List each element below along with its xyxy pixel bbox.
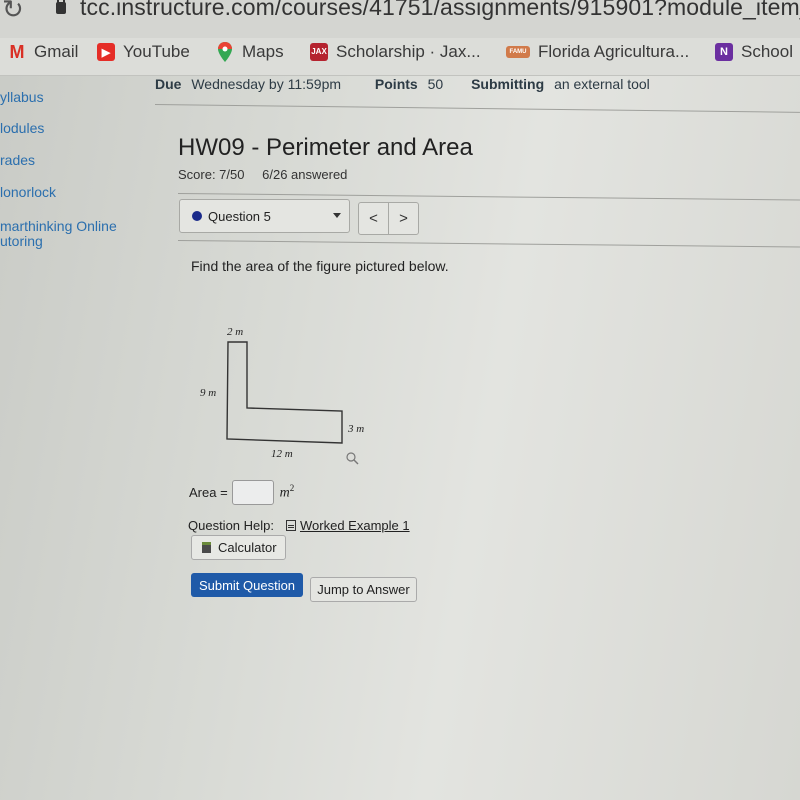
- nav-syllabus[interactable]: yllabus: [0, 89, 44, 105]
- bookmark-gmail[interactable]: M Gmail: [8, 41, 79, 62]
- jax-icon: JAX: [310, 43, 328, 61]
- label-right: 3 m: [347, 423, 364, 435]
- dropdown-caret-icon: [333, 213, 341, 218]
- score-line: Score: 7/50 6/26 answered: [178, 167, 347, 182]
- bookmark-youtube[interactable]: ▶ YouTube: [97, 42, 190, 62]
- reload-icon[interactable]: ↻: [2, 0, 24, 25]
- famu-icon: FAMU: [506, 46, 530, 58]
- assignment-details: Due Wednesday by 11:59pm Points 50 Submi…: [155, 76, 650, 92]
- unit-base: m: [279, 485, 290, 501]
- prev-question-button[interactable]: <: [359, 203, 388, 234]
- calculator-icon: [202, 542, 211, 553]
- onenote-icon: N: [715, 43, 733, 61]
- help-label: Question Help:: [188, 518, 274, 533]
- youtube-icon: ▶: [97, 43, 115, 61]
- area-answer-row: Area = m2: [189, 480, 294, 505]
- bookmark-label: Gmail: [34, 42, 79, 61]
- maps-icon: [216, 42, 234, 62]
- jump-to-answer-button[interactable]: Jump to Answer: [310, 577, 417, 602]
- bookmark-label: Maps: [242, 42, 284, 61]
- due-value: Wednesday by 11:59pm: [191, 76, 342, 92]
- zoom-image-icon[interactable]: [346, 452, 359, 465]
- unit-exponent: 2: [289, 483, 295, 494]
- submitting-value: an external tool: [554, 76, 650, 92]
- lock-icon: [56, 0, 66, 14]
- question-select-label: Question 5: [208, 208, 271, 224]
- bookmark-school[interactable]: N School: [715, 42, 793, 62]
- l-shape-outline: [226, 341, 343, 444]
- unit-label: m2: [280, 483, 295, 502]
- bookmark-label: Florida Agricultura...: [538, 42, 690, 61]
- bookmark-florida-agricultural[interactable]: FAMU Florida Agricultura...: [506, 42, 689, 62]
- divider: [177, 240, 800, 248]
- calculator-button[interactable]: Calculator: [191, 535, 286, 560]
- label-left: 9 m: [200, 387, 216, 399]
- submit-question-button[interactable]: Submit Question: [191, 573, 303, 597]
- bookmark-label: Scholarship · Jax...: [336, 42, 481, 61]
- question-select[interactable]: Question 5: [179, 199, 350, 233]
- label-bottom: 12 m: [271, 448, 293, 460]
- points-value: 50: [427, 76, 444, 92]
- submitting-label: Submitting: [471, 76, 545, 92]
- bookmarks-bar: M Gmail ▶ YouTube Maps JAX Scholarship ·…: [0, 38, 800, 76]
- question-nav: < >: [358, 202, 419, 235]
- nav-honorlock[interactable]: lonorlock: [0, 184, 56, 200]
- question-prompt: Find the area of the figure pictured bel…: [191, 258, 449, 274]
- calculator-label: Calculator: [218, 540, 277, 555]
- bookmark-label: School: [741, 42, 793, 61]
- worked-example-link[interactable]: Worked Example 1: [300, 518, 410, 533]
- bookmark-label: YouTube: [123, 42, 190, 61]
- nav-grades[interactable]: rades: [0, 152, 35, 168]
- question-help: Question Help: Worked Example 1: [188, 518, 410, 533]
- label-top: 2 m: [227, 326, 243, 338]
- url-field[interactable]: tcc.instructure.com/courses/41751/assign…: [80, 0, 800, 21]
- bookmark-maps[interactable]: Maps: [216, 42, 284, 62]
- nav-modules[interactable]: lodules: [0, 120, 44, 136]
- nav-smarthinking-line2[interactable]: utoring: [0, 233, 43, 249]
- area-input[interactable]: [231, 480, 274, 505]
- question-status-dot: [192, 211, 202, 221]
- nav-smarthinking[interactable]: marthinking Online: [0, 218, 117, 234]
- due-label: Due: [155, 76, 182, 92]
- answered-count: 6/26 answered: [262, 167, 348, 182]
- assignment-title: HW09 - Perimeter and Area: [178, 134, 473, 161]
- l-shape-figure: 2 m 9 m 3 m 12 m: [200, 326, 364, 465]
- points-label: Points: [374, 76, 418, 92]
- next-question-button[interactable]: >: [388, 203, 418, 234]
- document-icon: [286, 520, 296, 531]
- gmail-icon: M: [9, 41, 25, 62]
- address-bar: ↻ tcc.instructure.com/courses/41751/assi…: [0, 0, 800, 38]
- area-label: Area =: [189, 485, 228, 500]
- score: Score: 7/50: [178, 167, 245, 182]
- bookmark-scholarship[interactable]: JAX Scholarship · Jax...: [310, 42, 481, 62]
- divider: [154, 104, 800, 113]
